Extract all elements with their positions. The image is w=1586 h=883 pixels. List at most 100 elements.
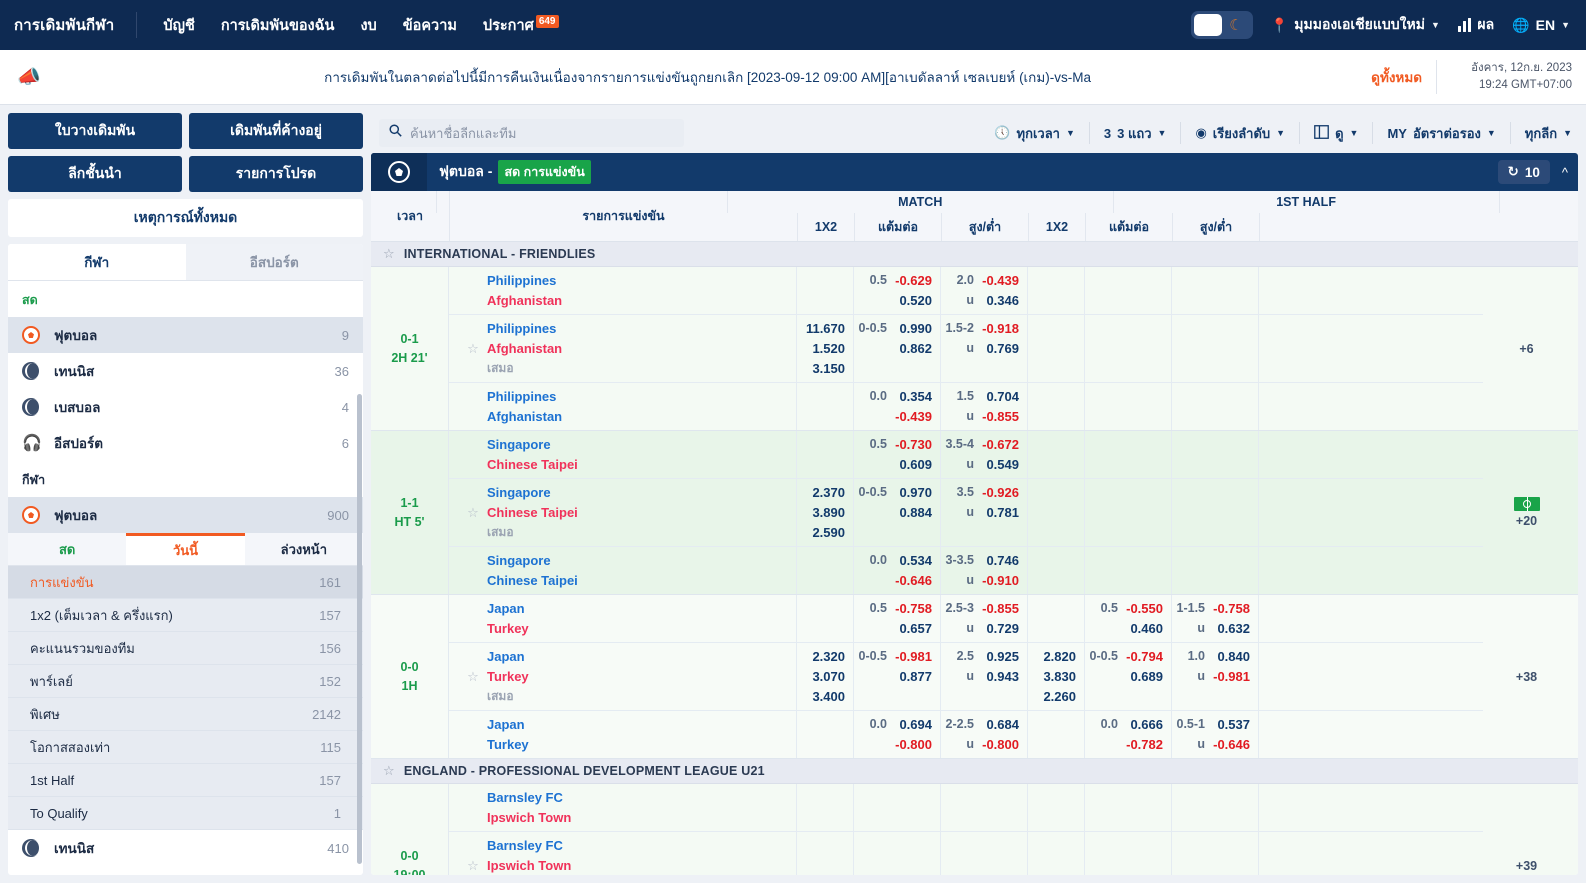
filter-view[interactable]: ดู ▼ [1300, 122, 1374, 144]
search-box[interactable]: ค้นหาชื่อลีกและทีม [379, 119, 684, 147]
odds-value[interactable]: 3.150 [812, 360, 845, 377]
odds-value[interactable]: 0.862 [894, 340, 932, 357]
odds-value[interactable]: 0.520 [894, 292, 932, 309]
odds-value[interactable]: -0.800 [981, 736, 1019, 753]
odds-value[interactable]: -0.439 [981, 272, 1019, 289]
odds-value[interactable]: -0.730 [894, 436, 932, 453]
language-selector[interactable]: 🌐 EN ▼ [1512, 17, 1570, 34]
odds-value[interactable]: 0.684 [981, 716, 1019, 733]
favourite-star-icon[interactable]: ☆ [459, 648, 487, 705]
sidebar-item-live-esports[interactable]: 🎧 อีสปอร์ต 6 [8, 425, 363, 461]
odds-value[interactable]: 0.746 [981, 552, 1019, 569]
filter-odds-type[interactable]: MY อัตราต่อรอง ▼ [1373, 122, 1511, 144]
sidebar-item-live-tennis[interactable]: เทนนิส 36 [8, 353, 363, 389]
sidebar-tab-sports[interactable]: กีฬา [8, 244, 186, 280]
odds-value[interactable]: 2.820 [1043, 648, 1076, 665]
odds-value[interactable]: -0.800 [894, 736, 932, 753]
away-team-name[interactable]: Ipswich Town [487, 809, 796, 826]
odds-value[interactable]: 0.657 [894, 620, 932, 637]
sidebar-item-tennis[interactable]: เทนนิส 410 [8, 830, 363, 866]
time-tab-today[interactable]: วันนี้ [126, 533, 245, 565]
market-item-double-chance[interactable]: โอกาสสองเท่า 115 [8, 731, 363, 764]
away-team-name[interactable]: Afghanistan [487, 340, 796, 357]
odds-value[interactable]: -0.758 [894, 600, 932, 617]
results-link[interactable]: ผล [1457, 14, 1494, 36]
all-events-button[interactable]: เหตุการณ์ทั้งหมด [8, 199, 363, 237]
nav-link-messages[interactable]: ข้อความ [403, 14, 457, 37]
league-header-row[interactable]: ☆ ENGLAND - PROFESSIONAL DEVELOPMENT LEAG… [371, 759, 1578, 784]
odds-value[interactable]: 0.943 [981, 668, 1019, 685]
away-team-name[interactable]: Turkey [487, 736, 796, 753]
home-team-name[interactable]: Barnsley FC [487, 789, 796, 806]
odds-value[interactable]: 3.400 [812, 688, 845, 705]
odds-value[interactable]: -0.646 [894, 572, 932, 589]
live-pitch-icon[interactable] [1513, 497, 1540, 511]
odds-value[interactable]: -0.981 [894, 648, 932, 665]
top-leagues-button[interactable]: ลีกชั้นนำ [8, 156, 182, 192]
brand-logo[interactable]: การเดิมพันกีฬา [0, 13, 136, 37]
home-team-name[interactable]: Philippines [487, 272, 796, 289]
odds-value[interactable]: 3.890 [812, 504, 845, 521]
favourite-star-icon[interactable]: ☆ [459, 484, 487, 541]
league-header-row[interactable]: ☆ INTERNATIONAL - FRIENDLIES [371, 242, 1578, 267]
favourite-star-icon[interactable] [459, 600, 487, 637]
market-item-1x2[interactable]: 1x2 (เต็มเวลา & ครึ่งแรก) 157 [8, 599, 363, 632]
odds-value[interactable]: 0.549 [981, 456, 1019, 473]
more-markets-cell[interactable]: +39 [1483, 784, 1578, 875]
view-mode-selector[interactable]: 📍 มุมมองเอเชียแบบใหม่ ▼ [1271, 14, 1440, 36]
refresh-timer-button[interactable]: ↻ 10 [1497, 160, 1550, 184]
odds-value[interactable]: 0.925 [981, 648, 1019, 665]
favourite-star-icon[interactable] [459, 552, 487, 589]
odds-value[interactable]: 0.970 [894, 484, 932, 501]
odds-value[interactable]: -0.855 [981, 408, 1019, 425]
odds-value[interactable]: 0.769 [981, 340, 1019, 357]
odds-value[interactable]: -0.981 [1212, 668, 1250, 685]
odds-value[interactable]: -0.855 [981, 600, 1019, 617]
odds-value[interactable]: -0.794 [1125, 648, 1163, 665]
away-team-name[interactable]: Turkey [487, 668, 796, 685]
odds-value[interactable]: -0.550 [1125, 600, 1163, 617]
time-tab-early[interactable]: ล่วงหน้า [244, 533, 363, 565]
home-team-name[interactable]: Singapore [487, 436, 796, 453]
odds-value[interactable]: 0.534 [894, 552, 932, 569]
away-team-name[interactable]: Chinese Taipei [487, 504, 796, 521]
market-item-1st-half[interactable]: 1st Half 157 [8, 764, 363, 797]
odds-value[interactable]: 0.884 [894, 504, 932, 521]
home-team-name[interactable]: Japan [487, 600, 796, 617]
filter-time[interactable]: 🕔 ทุกเวลา ▼ [980, 122, 1090, 144]
sidebar-scrollbar[interactable] [357, 394, 362, 864]
odds-value[interactable]: 2.590 [812, 524, 845, 541]
filter-leagues[interactable]: ทุกลีก ▼ [1511, 122, 1578, 144]
odds-value[interactable]: 0.632 [1212, 620, 1250, 637]
more-markets-cell[interactable]: +6 [1483, 267, 1578, 430]
odds-value[interactable]: 0.609 [894, 456, 932, 473]
view-all-announcements-link[interactable]: ดูทั้งหมด [1357, 66, 1436, 88]
favourite-star-icon[interactable]: ☆ [459, 320, 487, 377]
sidebar-tab-esports[interactable]: อีสปอร์ต [185, 244, 363, 280]
favourite-star-icon[interactable] [459, 716, 487, 753]
nav-link-announcements[interactable]: ประกาศ 649 [483, 14, 559, 37]
market-item-parlay[interactable]: พาร์เลย์ 152 [8, 665, 363, 698]
nav-link-account[interactable]: บัญชี [163, 14, 194, 37]
favourite-star-icon[interactable] [459, 789, 487, 826]
nav-link-my-bets[interactable]: การเดิมพันของฉัน [221, 14, 335, 37]
odds-value[interactable]: 0.537 [1212, 716, 1250, 733]
bet-slip-button[interactable]: ใบวางเดิมพัน [8, 113, 182, 149]
odds-value[interactable]: -0.439 [894, 408, 932, 425]
collapse-panel-chevron-up-icon[interactable]: ^ [1562, 165, 1568, 180]
favourite-star-icon[interactable] [459, 436, 487, 473]
sidebar-item-live-football[interactable]: ฟุตบอล 9 [8, 317, 363, 353]
away-team-name[interactable]: Chinese Taipei [487, 572, 796, 589]
home-team-name[interactable]: Singapore [487, 552, 796, 569]
odds-value[interactable]: 0.460 [1125, 620, 1163, 637]
odds-value[interactable]: 0.840 [1212, 648, 1250, 665]
star-icon[interactable]: ☆ [383, 246, 395, 262]
odds-value[interactable]: 0.694 [894, 716, 932, 733]
pending-bets-button[interactable]: เดิมพันที่ค้างอยู่ [189, 113, 363, 149]
odds-value[interactable]: 2.260 [1043, 688, 1076, 705]
home-team-name[interactable]: Japan [487, 716, 796, 733]
more-markets-cell[interactable]: +20 [1483, 431, 1578, 594]
away-team-name[interactable]: Chinese Taipei [487, 456, 796, 473]
filter-rows[interactable]: 3 3 แถว ▼ [1090, 122, 1182, 144]
odds-value[interactable]: 0.354 [894, 388, 932, 405]
